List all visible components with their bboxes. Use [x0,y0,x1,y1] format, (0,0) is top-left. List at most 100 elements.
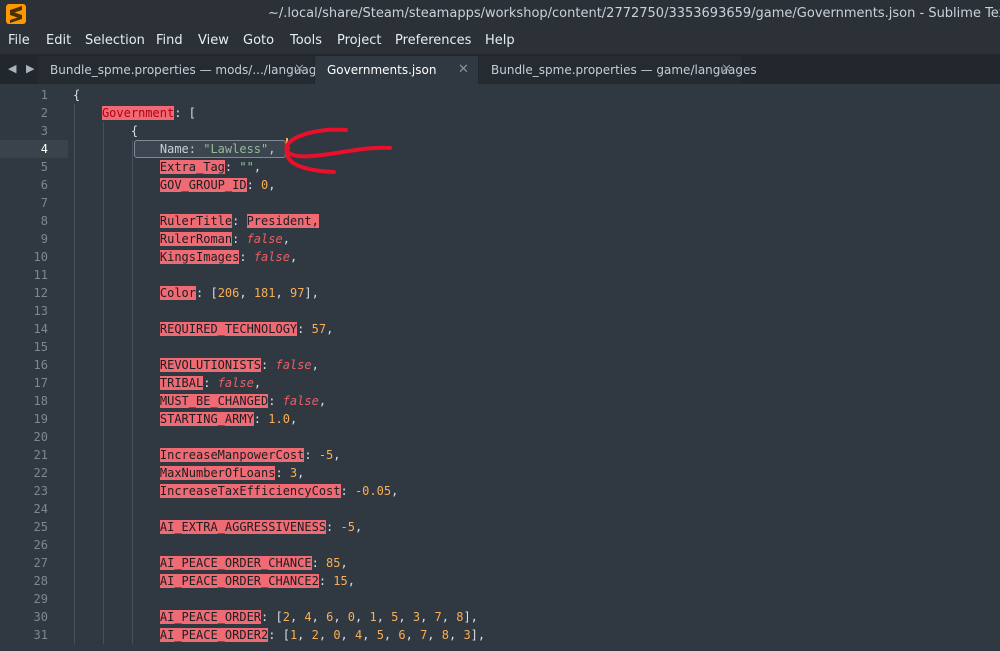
code-token: 2 [311,628,319,642]
code-token: , [420,610,435,624]
line-number: 4 [40,142,48,156]
code-token: 3 [463,628,471,642]
line-number: 14 [33,322,48,336]
code-editor[interactable]: 1 2 3 4 5 6 7 8 9 10 11 12 13 14 15 16 17 18 19 20 21 22 23 24 2… [0,84,1000,651]
code-token: President, [246,214,319,228]
code-token: : [253,412,269,426]
tab-bar: ◀ ▶ Bundle_spme.properties — mods/.../la… [0,54,1000,84]
code-token: , [282,232,290,246]
code-token: false [282,394,319,408]
code-token: , [340,628,355,642]
code-token: : [304,448,319,462]
menu-tools[interactable]: Tools [290,33,322,48]
code-token: , [340,556,348,570]
code-token: : [ [174,106,196,120]
title-bar: ~/.local/share/Steam/steamapps/workshop/… [0,0,1000,28]
line-number: 24 [33,502,48,516]
menu-selection[interactable]: Selection [85,33,145,48]
line-number: 29 [33,592,48,606]
code-line: MUST_BE_CHANGED: false, [159,392,327,410]
code-token: ], [463,610,478,624]
code-token: , [383,628,399,642]
indent-guide [132,140,133,644]
sublime-text-logo-icon [6,4,26,24]
code-token: TRIBAL [159,376,204,390]
line-number: 27 [33,556,48,570]
code-token: : [224,160,240,174]
line-number: 30 [33,610,48,624]
code-token: , [347,574,355,588]
tab-label: Bundle_spme.properties — mods/.../langua… [50,63,330,77]
code-token: , [318,394,327,408]
menu-preferences[interactable]: Preferences [395,33,471,48]
menu-project[interactable]: Project [337,33,381,48]
close-icon[interactable]: ✕ [458,62,469,77]
code-token: 5 [376,628,384,642]
menu-goto[interactable]: Goto [243,33,274,48]
code-token: Government [101,106,175,120]
code-line: REVOLUTIONISTS: false, [159,356,319,374]
code-token: 1 [369,610,377,624]
line-number: 3 [40,124,48,138]
code-token: { [73,88,81,102]
code-token: : [232,214,247,228]
code-line: AI_PEACE_ORDER_CHANCE: 85, [159,554,348,572]
indent-guide [74,104,75,644]
code-token: IncreaseManpowerCost [159,448,305,462]
code-token: 6 [398,628,406,642]
code-token: RulerRoman [159,232,233,246]
code-token: : [318,574,334,588]
tab-bundle-game[interactable]: Bundle_spme.properties — game/languages … [479,56,757,84]
code-token: 3 [412,610,421,624]
line-number: 8 [40,214,48,228]
close-icon[interactable]: ✕ [294,62,305,77]
code-token: false [275,358,312,372]
code-token: , [318,628,334,642]
code-token: "" [239,160,254,174]
code-token: : [311,556,327,570]
code-token: : [340,484,355,498]
code-token: Extra_Tag [159,160,225,174]
line-number: 26 [33,538,48,552]
tab-navigation-arrows-icon[interactable]: ◀ ▶ [8,62,37,75]
code-token: : [246,178,262,192]
code-token: MaxNumberOfLoans [159,466,276,480]
code-token: 0 [333,628,341,642]
code-token: 8 [441,628,449,642]
code-token: , [398,610,413,624]
code-token: , [311,358,319,372]
line-number: 31 [33,628,48,642]
code-token: , [253,376,262,390]
code-token: : [297,322,312,336]
code-token: 206 [217,286,240,300]
code-token: , [405,628,421,642]
close-icon[interactable]: ✕ [721,62,732,77]
menu-file[interactable]: File [8,33,30,48]
indent-guide [103,122,104,644]
menu-edit[interactable]: Edit [46,33,71,48]
line-number: 17 [33,376,48,390]
code-token: AI_PEACE_ORDER_CHANCE2 [159,574,319,588]
line-number: 18 [33,394,48,408]
tab-bundle-mods[interactable]: Bundle_spme.properties — mods/.../langua… [38,56,330,84]
code-token: false [253,250,290,264]
menu-find[interactable]: Find [156,33,183,48]
menu-help[interactable]: Help [485,33,515,48]
code-token: IncreaseTaxEfficiencyCost [159,484,341,498]
code-token: , [311,610,327,624]
code-line: MaxNumberOfLoans: 3, [159,464,305,482]
line-number: 12 [33,286,48,300]
line-number: 19 [33,412,48,426]
code-token: , [253,160,262,174]
line-number: 10 [33,250,48,264]
menu-view[interactable]: View [198,33,229,48]
line-number: 13 [33,304,48,318]
tab-governments-json[interactable]: Governments.json ✕ [315,56,478,84]
code-token: , [297,628,312,642]
code-token: , [297,466,305,480]
code-line: { [131,122,138,140]
code-token: , [354,520,363,534]
code-token: false [246,232,283,246]
code-token: , [362,628,377,642]
code-token: : [203,376,218,390]
